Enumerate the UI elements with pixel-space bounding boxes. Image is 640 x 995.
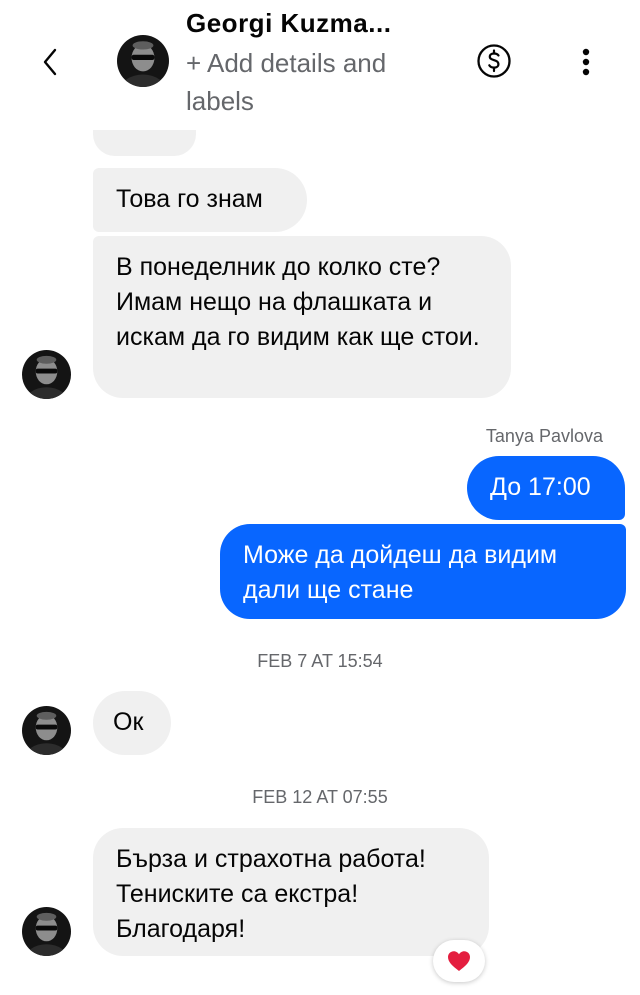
avatar-image: [22, 350, 71, 399]
timestamp: FEB 7 AT 15:54: [257, 651, 383, 671]
avatar-image: [117, 35, 169, 87]
more-vertical-icon: [582, 48, 590, 76]
message-bubble[interactable]: Ок: [93, 691, 171, 755]
avatar-image: [22, 706, 71, 755]
message-bubble-outgoing[interactable]: Може да дойдеш да видим дали ще стане: [220, 524, 626, 619]
back-button[interactable]: [28, 40, 72, 84]
reaction-badge[interactable]: [433, 940, 485, 982]
payment-button[interactable]: [476, 43, 512, 79]
message-bubble-outgoing[interactable]: До 17:00: [467, 456, 625, 520]
message-bubble[interactable]: Бърза и страхотна работа! Тениските са е…: [93, 828, 489, 956]
avatar-image: [22, 907, 71, 956]
contact-name[interactable]: Georgi Kuzma...: [186, 8, 391, 39]
message-bubble[interactable]: Това го знам: [93, 168, 307, 232]
sender-label: Tanya Pavlova: [485, 426, 603, 446]
timestamp: FEB 12 AT 07:55: [252, 787, 388, 807]
message-bubble[interactable]: В понеделник до колко сте? Имам нещо на …: [93, 236, 511, 398]
dollar-circle-icon: [477, 44, 511, 78]
contact-avatar-small[interactable]: [22, 706, 71, 755]
more-options-button[interactable]: [572, 42, 600, 82]
heart-icon: [448, 951, 470, 971]
contact-avatar-small[interactable]: [22, 907, 71, 956]
contact-avatar-small[interactable]: [22, 350, 71, 399]
add-details-link[interactable]: + Add details and labels: [186, 44, 426, 120]
chevron-left-icon: [43, 48, 57, 76]
chat-header: Georgi Kuzma... + Add details and labels: [0, 0, 640, 130]
contact-avatar[interactable]: [117, 35, 169, 87]
